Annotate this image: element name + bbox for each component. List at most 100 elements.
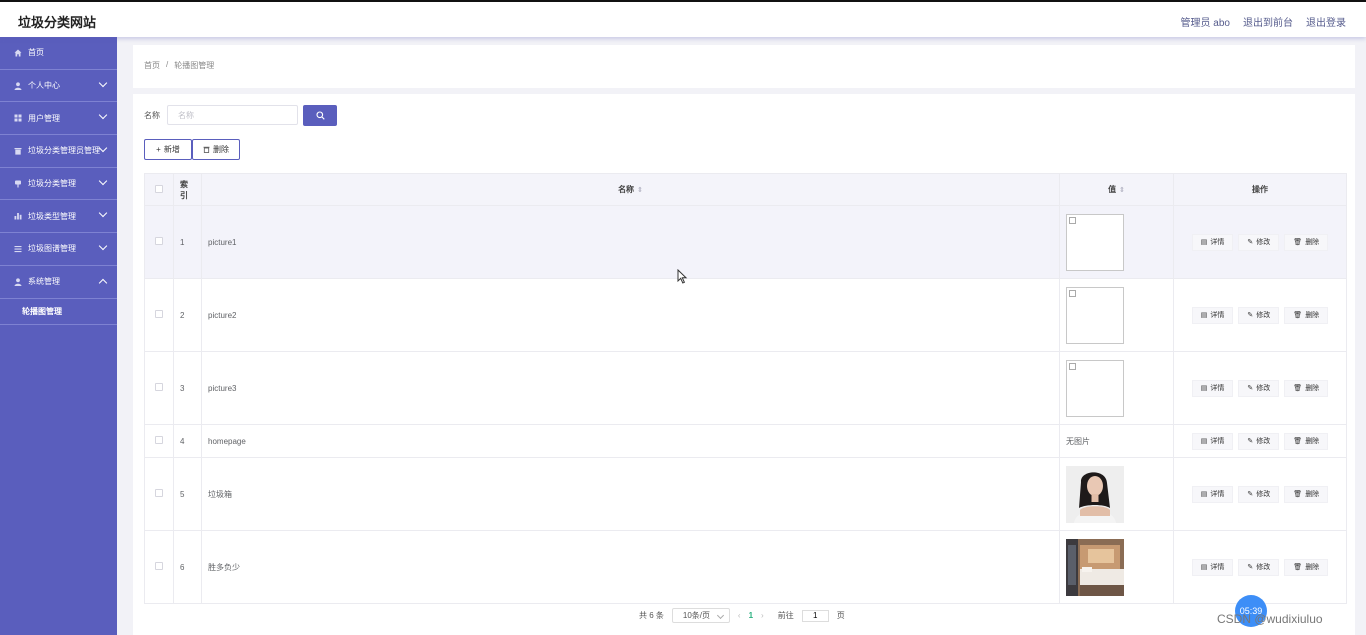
sidebar-item-personal-center[interactable]: 个人中心 — [0, 70, 117, 103]
select-all-checkbox[interactable] — [155, 184, 163, 193]
next-page-icon[interactable]: › — [761, 611, 764, 620]
sidebar-item-home[interactable]: 首页 — [0, 37, 117, 70]
row-checkbox[interactable] — [155, 489, 163, 497]
trash-icon: 🗑 — [1293, 564, 1303, 571]
delete-button-label: 删除 — [213, 145, 229, 154]
table-row[interactable]: 6 胜多负少 ▤ 详情 ✎ 修改 🗑 删除 — [144, 530, 1347, 604]
row-actions: ▤ 详情 ✎ 修改 🗑 删除 — [1173, 351, 1347, 425]
logout-link[interactable]: 退出登录 — [1306, 14, 1346, 29]
edit-button[interactable]: ✎ 修改 — [1238, 558, 1280, 576]
row-value-text: 无图片 — [1059, 424, 1174, 458]
column-header-actions: 操作 — [1173, 173, 1347, 206]
sidebar-item-sorting-management[interactable]: 垃圾分类管理 — [0, 168, 117, 201]
pin-icon — [13, 179, 22, 188]
delete-label: 删除 — [1305, 564, 1320, 571]
delete-button[interactable]: 删除 — [192, 139, 240, 160]
row-delete-button[interactable]: 🗑 删除 — [1284, 485, 1329, 503]
sidebar-item-system-management[interactable]: 系统管理 — [0, 266, 117, 299]
row-delete-button[interactable]: 🗑 删除 — [1284, 558, 1329, 576]
detail-button[interactable]: ▤ 详情 — [1191, 558, 1234, 576]
detail-button[interactable]: ▤ 详情 — [1191, 233, 1234, 251]
edit-button[interactable]: ✎ 修改 — [1238, 432, 1280, 450]
edit-label: 修改 — [1256, 385, 1271, 392]
back-to-frontend-link[interactable]: 退出到前台 — [1243, 14, 1293, 29]
column-header-value[interactable]: 值 ⇕ — [1059, 173, 1174, 206]
broken-image-icon — [1069, 362, 1076, 370]
breadcrumb-home[interactable]: 首页 — [144, 60, 160, 71]
row-delete-button[interactable]: 🗑 删除 — [1284, 233, 1329, 251]
table-row[interactable]: 4 homepage 无图片 ▤ 详情 ✎ 修改 🗑 删除 — [144, 424, 1347, 458]
table-row[interactable]: 2 picture2 ▤ 详情 ✎ 修改 🗑 删除 — [144, 278, 1347, 352]
sidebar: 首页 个人中心 用户管理 垃圾分类管理员管理 垃圾分类管理 垃圾类型管理 垃圾图… — [0, 37, 117, 635]
chevron-down-icon — [98, 78, 108, 87]
detail-label: 详情 — [1210, 239, 1225, 246]
add-button[interactable]: + 新增 — [144, 139, 192, 160]
table-row[interactable]: 1 picture1 ▤ 详情 ✎ 修改 🗑 删除 — [144, 205, 1347, 279]
row-checkbox[interactable] — [155, 310, 163, 318]
prev-page-icon[interactable]: ‹ — [738, 611, 741, 620]
chevron-down-icon — [98, 111, 108, 120]
row-delete-button[interactable]: 🗑 删除 — [1284, 432, 1329, 450]
breadcrumb-card: 首页 / 轮播图管理 — [133, 45, 1355, 88]
row-name: 胜多负少 — [201, 530, 1060, 604]
detail-icon: ▤ — [1200, 491, 1208, 498]
column-header-name[interactable]: 名称 ⇕ — [201, 173, 1060, 206]
edit-button[interactable]: ✎ 修改 — [1238, 306, 1280, 324]
select-all-cell — [144, 173, 174, 206]
pagination: 共 6 条 10条/页 ‹ 1 › 前往 页 — [639, 608, 845, 623]
delete-label: 删除 — [1305, 312, 1320, 319]
sidebar-item-sorting-admin-management[interactable]: 垃圾分类管理员管理 — [0, 135, 117, 168]
page-suffix: 页 — [836, 611, 845, 620]
search-input[interactable] — [167, 105, 298, 125]
delete-label: 删除 — [1305, 239, 1320, 246]
row-checkbox[interactable] — [155, 237, 163, 245]
detail-button[interactable]: ▤ 详情 — [1191, 306, 1234, 324]
chevron-down-icon — [98, 176, 108, 185]
row-index: 4 — [173, 424, 202, 458]
page-size-select[interactable]: 10条/页 — [671, 608, 730, 623]
sort-icon[interactable]: ⇕ — [1119, 186, 1125, 194]
sidebar-item-label: 垃圾分类管理员管理 — [28, 146, 100, 156]
goto-page-input[interactable] — [801, 609, 829, 622]
row-select-cell — [144, 205, 174, 279]
detail-button[interactable]: ▤ 详情 — [1191, 379, 1234, 397]
breadcrumb: 首页 / 轮播图管理 — [144, 60, 214, 71]
detail-button[interactable]: ▤ 详情 — [1191, 432, 1234, 450]
row-checkbox[interactable] — [155, 436, 163, 444]
list-icon — [13, 244, 22, 253]
table-row[interactable]: 3 picture3 ▤ 详情 ✎ 修改 🗑 删除 — [144, 351, 1347, 425]
sort-icon[interactable]: ⇕ — [637, 186, 643, 194]
search-label: 名称 — [144, 111, 160, 120]
header-links: 管理员 abo 退出到前台 退出登录 — [1181, 14, 1346, 29]
admin-user-link[interactable]: 管理员 abo — [1181, 14, 1230, 29]
sidebar-item-atlas-management[interactable]: 垃圾图谱管理 — [0, 233, 117, 266]
row-actions: ▤ 详情 ✎ 修改 🗑 删除 — [1173, 424, 1347, 458]
trash-icon: 🗑 — [1293, 491, 1303, 498]
sidebar-subitem-carousel-management[interactable]: 轮播图管理 — [0, 299, 117, 325]
site-title: 垃圾分类网站 — [18, 15, 97, 30]
row-delete-button[interactable]: 🗑 删除 — [1284, 379, 1329, 397]
row-value-cell — [1059, 457, 1174, 531]
edit-button[interactable]: ✎ 修改 — [1238, 379, 1280, 397]
sidebar-item-type-management[interactable]: 垃圾类型管理 — [0, 200, 117, 234]
user-icon — [13, 277, 22, 286]
detail-label: 详情 — [1210, 491, 1225, 498]
row-checkbox[interactable] — [155, 383, 163, 391]
row-delete-button[interactable]: 🗑 删除 — [1284, 306, 1329, 324]
row-name: picture3 — [201, 351, 1060, 425]
trash-icon: 🗑 — [1293, 312, 1303, 319]
carousel-table: 索引 名称⇕ 值⇕ 操作 1 picture1 ▤详情 ✎修改 🗑删除 — [144, 173, 1347, 604]
pagination-total: 共 6 条 — [639, 611, 664, 620]
sidebar-item-user-management[interactable]: 用户管理 — [0, 102, 117, 136]
row-checkbox[interactable] — [155, 562, 163, 570]
table-header-row: 索引 名称 ⇕ 值 ⇕ 操作 — [144, 173, 1347, 206]
delete-label: 删除 — [1305, 491, 1320, 498]
edit-button[interactable]: ✎ 修改 — [1238, 485, 1280, 503]
page-number-current[interactable]: 1 — [749, 611, 753, 620]
delete-label: 删除 — [1305, 385, 1320, 392]
table-row[interactable]: 5 垃圾箱 ▤ 详情 ✎ 修改 🗑 删除 — [144, 457, 1347, 531]
search-button[interactable] — [303, 105, 337, 126]
edit-label: 修改 — [1256, 312, 1271, 319]
detail-button[interactable]: ▤ 详情 — [1191, 485, 1234, 503]
edit-button[interactable]: ✎ 修改 — [1238, 233, 1280, 251]
